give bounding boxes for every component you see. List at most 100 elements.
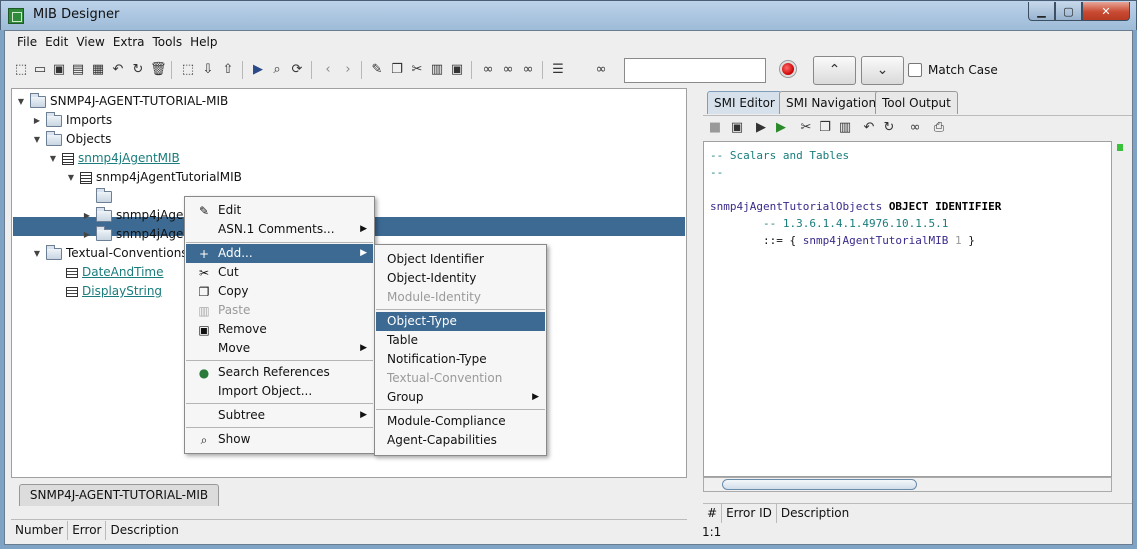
paste-icon[interactable]: ▥ — [429, 62, 445, 78]
record-button[interactable] — [780, 61, 796, 77]
horizontal-scrollbar[interactable] — [703, 477, 1112, 492]
binoculars-icon[interactable]: ∞ — [480, 62, 496, 78]
smi-editor[interactable]: -- Scalars and Tables -- snmp4jAgentTuto… — [703, 141, 1112, 477]
find-icon[interactable]: ⌕ — [269, 62, 285, 78]
column-description[interactable]: Description — [777, 504, 853, 523]
find-up-button[interactable]: ⌃ — [813, 56, 856, 85]
menu-item-group[interactable]: Group ▶ — [376, 388, 545, 407]
menu-item-asn1-comments[interactable]: ASN.1 Comments... ▶ — [186, 220, 373, 239]
column-number[interactable]: # — [703, 504, 723, 523]
collapsed-icon[interactable]: ▶ — [32, 111, 42, 130]
column-description[interactable]: Description — [106, 521, 182, 540]
remove-icon[interactable]: ▣ — [449, 62, 465, 78]
save-icon[interactable]: ▣ — [729, 120, 745, 136]
vertical-splitter[interactable] — [690, 88, 698, 543]
edit-icon[interactable]: ✎ — [369, 62, 385, 78]
search-binoculars-icon[interactable]: ∞ — [593, 62, 609, 78]
back-icon[interactable]: ‹ — [320, 62, 336, 78]
delete-icon[interactable]: 🗑 — [150, 62, 167, 78]
compile-icon[interactable]: ▦ — [90, 62, 106, 78]
menu-extra[interactable]: Extra — [113, 35, 145, 49]
new-icon[interactable]: ⬚ — [13, 62, 29, 78]
redo-icon[interactable]: ↻ — [881, 120, 897, 136]
undo-icon[interactable]: ↶ — [110, 62, 126, 78]
layout-icon[interactable]: ☰ — [550, 62, 566, 78]
print-icon[interactable]: ⎙ — [931, 120, 947, 136]
tab-smi-editor[interactable]: SMI Editor — [707, 91, 782, 114]
import-icon[interactable]: ⇩ — [200, 62, 216, 78]
menu-item-object-identifier[interactable]: Object Identifier — [376, 250, 545, 269]
tree-node-textual-conventions[interactable]: ▼ Textual-Conventions — [32, 244, 188, 263]
menu-item-agent-capabilities[interactable]: Agent-Capabilities — [376, 431, 545, 450]
menu-item-move[interactable]: Move ▶ — [186, 339, 373, 358]
redo-icon[interactable]: ↻ — [130, 62, 146, 78]
search-input[interactable] — [624, 58, 766, 83]
collapsed-icon[interactable]: ▶ — [82, 225, 92, 244]
new-module-icon[interactable]: ⬚ — [180, 62, 196, 78]
copy-icon[interactable]: ❐ — [389, 62, 405, 78]
tree-node-label[interactable]: snmp4jAgentMIB — [78, 149, 180, 168]
menu-item-import-object[interactable]: Import Object... — [186, 382, 373, 401]
tree-node[interactable]: ▶ snmp4jAgen — [82, 206, 191, 225]
column-number[interactable]: Number — [11, 520, 69, 540]
menu-view[interactable]: View — [76, 35, 104, 49]
stop-icon[interactable]: ■ — [707, 120, 723, 136]
expanded-icon[interactable]: ▼ — [66, 168, 76, 187]
menu-item-show[interactable]: ⌕ Show — [186, 430, 373, 449]
split-divider[interactable] — [11, 508, 687, 518]
menu-item-table[interactable]: Table — [376, 331, 545, 350]
menu-file[interactable]: File — [17, 35, 37, 49]
forward-icon[interactable]: › — [340, 62, 356, 78]
close-button[interactable]: ✕ — [1082, 2, 1130, 21]
expanded-icon[interactable]: ▼ — [32, 130, 42, 149]
menu-item-add[interactable]: + Add... ▶ — [186, 244, 373, 263]
menu-item-object-type[interactable]: Object-Type — [376, 312, 545, 331]
find-prev-icon[interactable]: ∞ — [520, 62, 536, 78]
expanded-icon[interactable]: ▼ — [16, 92, 26, 111]
expanded-icon[interactable]: ▼ — [48, 149, 58, 168]
menu-tools[interactable]: Tools — [153, 35, 183, 49]
tree-node-imports[interactable]: ▶ Imports — [32, 111, 112, 130]
menu-edit[interactable]: Edit — [45, 35, 68, 49]
tree-node-module-link[interactable]: ▼ snmp4jAgentMIB — [48, 149, 180, 168]
tree-node-label[interactable]: DisplayString — [82, 282, 162, 301]
collapsed-icon[interactable]: ▶ — [82, 187, 92, 206]
save-icon[interactable]: ▣ — [51, 62, 67, 78]
tree-node-label[interactable]: DateAndTime — [82, 263, 163, 282]
open-icon[interactable]: ▭ — [32, 62, 48, 78]
scrollbar-thumb[interactable] — [722, 479, 917, 490]
tab-tool-output[interactable]: Tool Output — [875, 91, 958, 114]
paste-icon[interactable]: ▥ — [837, 120, 853, 136]
menu-item-notification-type[interactable]: Notification-Type — [376, 350, 545, 369]
menu-item-search-references[interactable]: ● Search References — [186, 363, 373, 382]
find-next-icon[interactable]: ∞ — [500, 62, 516, 78]
match-case-checkbox[interactable] — [908, 63, 922, 77]
tree-node-displaystring[interactable]: DisplayString — [66, 282, 162, 301]
cut-icon[interactable]: ✂ — [798, 120, 814, 136]
menu-item-edit[interactable]: ✎ Edit — [186, 201, 373, 220]
find-icon[interactable]: ∞ — [907, 120, 923, 136]
column-error-id[interactable]: Error ID — [722, 504, 777, 523]
menu-item-remove[interactable]: ▣ Remove — [186, 320, 373, 339]
run-icon[interactable]: ▶ — [773, 120, 789, 136]
save-as-icon[interactable]: ▤ — [70, 62, 86, 78]
menu-item-subtree[interactable]: Subtree ▶ — [186, 406, 373, 425]
column-error[interactable]: Error — [68, 520, 107, 540]
play-icon[interactable]: ▶ — [753, 120, 769, 136]
refresh-icon[interactable]: ⟳ — [289, 62, 305, 78]
export-icon[interactable]: ⇧ — [220, 62, 236, 78]
tree-node-objects[interactable]: ▼ Objects — [32, 130, 111, 149]
collapsed-icon[interactable]: ▶ — [82, 206, 92, 225]
undo-icon[interactable]: ↶ — [861, 120, 877, 136]
cut-icon[interactable]: ✂ — [409, 62, 425, 78]
menu-help[interactable]: Help — [190, 35, 217, 49]
menu-item-object-identity[interactable]: Object-Identity — [376, 269, 545, 288]
menu-item-cut[interactable]: ✂ Cut — [186, 263, 373, 282]
menu-item-module-compliance[interactable]: Module-Compliance — [376, 412, 545, 431]
tree-node-dateandtime[interactable]: DateAndTime — [66, 263, 163, 282]
tree-node[interactable]: ▶ snmp4jAgen — [82, 225, 191, 244]
title-bar[interactable]: MIB Designer ▁ ▢ ✕ — [0, 0, 1137, 30]
find-down-button[interactable]: ⌄ — [861, 56, 904, 85]
split-divider[interactable] — [703, 493, 1132, 503]
copy-icon[interactable]: ❐ — [817, 120, 833, 136]
